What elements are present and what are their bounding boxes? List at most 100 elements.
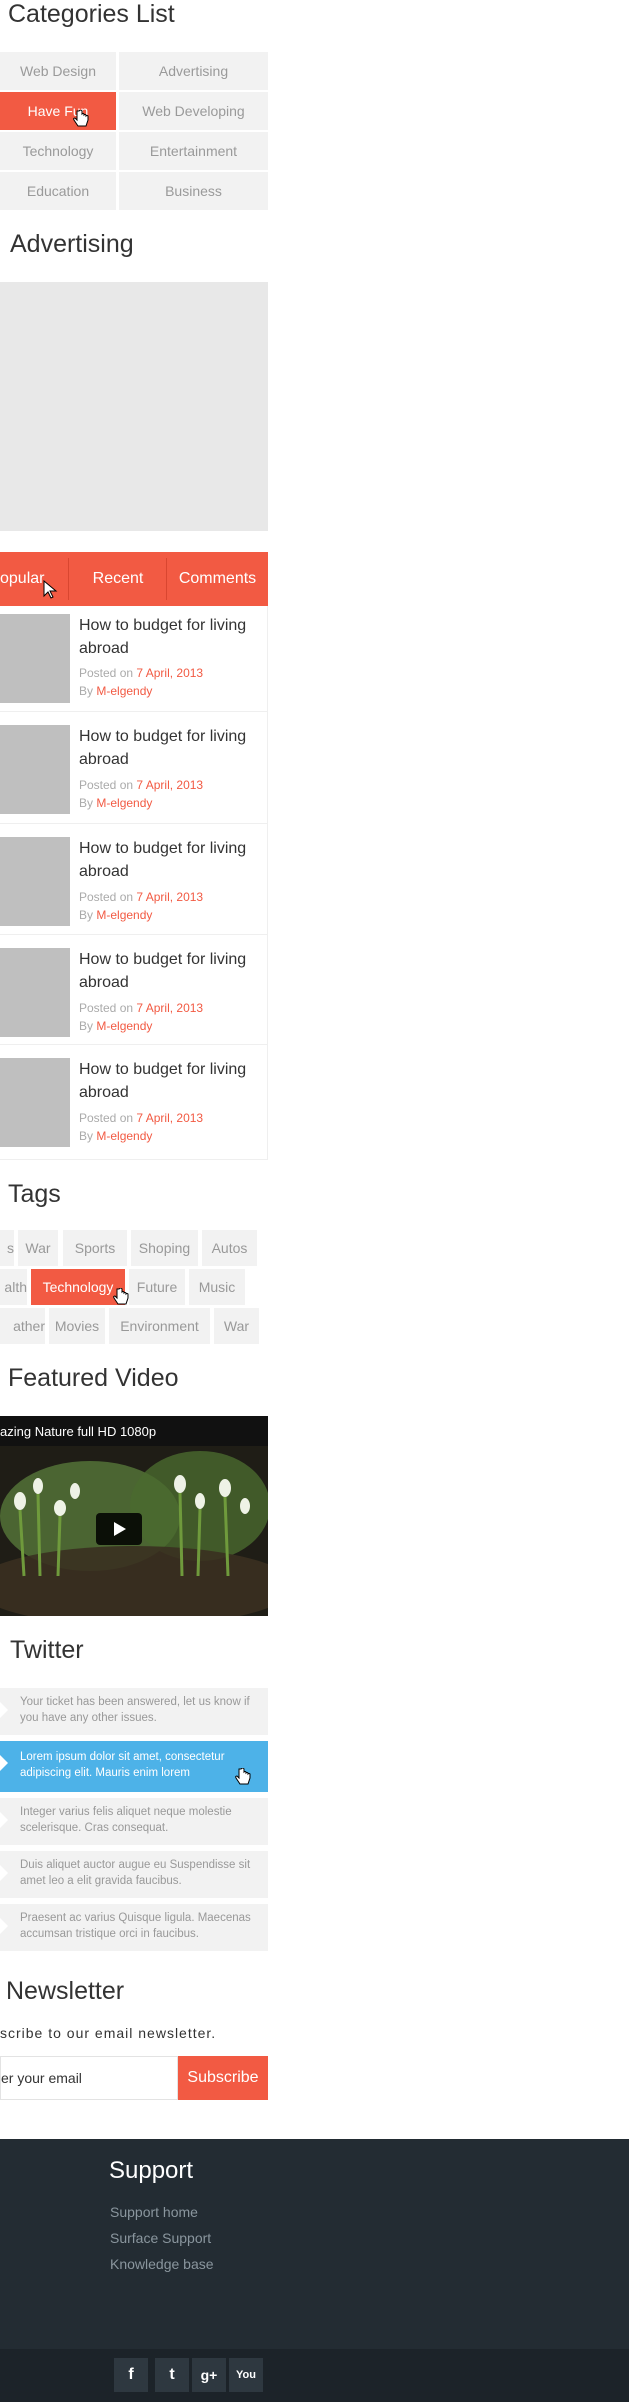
google-plus-icon[interactable]: g+: [192, 2358, 226, 2392]
footer-link-surface-support[interactable]: Surface Support: [110, 2230, 211, 2246]
post-posted-label: Posted on: [79, 666, 134, 680]
category-web-developing[interactable]: Web Developing: [119, 92, 268, 130]
hand-cursor-icon: [73, 110, 89, 127]
post-date: Posted on 7 April, 2013: [79, 890, 203, 904]
category-technology[interactable]: Technology: [0, 132, 116, 170]
advertising-placeholder[interactable]: [0, 282, 268, 531]
post-author: By M-elgendy: [79, 796, 152, 810]
post-date-link[interactable]: 7 April, 2013: [136, 778, 203, 792]
post-title[interactable]: How to budget for living abroad: [79, 725, 264, 771]
post-author-link[interactable]: M-elgendy: [96, 1129, 152, 1143]
twitter-title: Twitter: [10, 1636, 84, 1664]
post-author-link[interactable]: M-elgendy: [96, 1019, 152, 1033]
post-author: By M-elgendy: [79, 1129, 152, 1143]
tag-shoping[interactable]: Shoping: [131, 1230, 198, 1266]
post-thumbnail[interactable]: [0, 725, 70, 814]
tweet-item[interactable]: Your ticket has been answered, let us kn…: [0, 1688, 268, 1735]
post-divider: [0, 823, 268, 824]
tab-divider: [68, 558, 69, 600]
post-by-label: By: [79, 1019, 94, 1033]
tweet-arrow-icon: [0, 1812, 8, 1828]
footer-bottom-bar: f t g+ You: [0, 2349, 629, 2402]
newsletter-title: Newsletter: [6, 1977, 125, 2005]
tag-music[interactable]: Music: [189, 1269, 245, 1305]
tag-item[interactable]: s: [0, 1230, 14, 1266]
tab-recent[interactable]: Recent: [70, 552, 166, 606]
tag-item[interactable]: alth: [0, 1269, 27, 1305]
play-icon[interactable]: [96, 1513, 142, 1545]
post-posted-label: Posted on: [79, 1001, 134, 1015]
tweet-text: Duis aliquet auctor augue eu Suspendisse…: [20, 1859, 251, 1887]
post-title[interactable]: How to budget for living abroad: [79, 1058, 264, 1104]
tag-war[interactable]: War: [18, 1230, 58, 1266]
category-business[interactable]: Business: [119, 172, 268, 210]
arrow-cursor-icon: [43, 580, 58, 599]
subscribe-button[interactable]: Subscribe: [178, 2056, 268, 2100]
tweet-item[interactable]: Duis aliquet auctor augue eu Suspendisse…: [0, 1851, 268, 1898]
post-title[interactable]: How to budget for living abroad: [79, 837, 264, 883]
post-author: By M-elgendy: [79, 1019, 152, 1033]
post-by-label: By: [79, 908, 94, 922]
post-divider: [0, 1044, 268, 1045]
facebook-icon[interactable]: f: [114, 2358, 148, 2392]
post-author-link[interactable]: M-elgendy: [96, 684, 152, 698]
post-date: Posted on 7 April, 2013: [79, 1111, 203, 1125]
post-date-link[interactable]: 7 April, 2013: [136, 890, 203, 904]
video-caption: azing Nature full HD 1080p: [0, 1424, 157, 1439]
tag-item[interactable]: ather: [0, 1308, 45, 1344]
advertising-title: Advertising: [10, 230, 134, 258]
tag-future[interactable]: Future: [129, 1269, 185, 1305]
post-posted-label: Posted on: [79, 778, 134, 792]
post-by-label: By: [79, 684, 94, 698]
post-date-link[interactable]: 7 April, 2013: [136, 1001, 203, 1015]
post-author: By M-elgendy: [79, 684, 152, 698]
post-thumbnail[interactable]: [0, 837, 70, 926]
tweet-item-active[interactable]: Lorem ipsum dolor sit amet, consectetur …: [0, 1741, 268, 1792]
post-thumbnail[interactable]: [0, 614, 70, 703]
newsletter-subtitle: scribe to our email newsletter.: [0, 2025, 217, 2041]
tag-technology[interactable]: Technology: [31, 1269, 125, 1305]
category-have-fun[interactable]: Have Fun: [0, 92, 116, 130]
post-date: Posted on 7 April, 2013: [79, 1001, 203, 1015]
tweet-item[interactable]: Praesent ac varius Quisque ligula. Maece…: [0, 1904, 268, 1951]
tweet-arrow-icon: [0, 1755, 8, 1771]
post-divider: [0, 934, 268, 935]
tab-comments[interactable]: Comments: [167, 552, 268, 606]
youtube-icon[interactable]: You: [229, 2358, 263, 2392]
post-author: By M-elgendy: [79, 908, 152, 922]
video-player[interactable]: azing Nature full HD 1080p: [0, 1416, 268, 1616]
tag-environment[interactable]: Environment: [109, 1308, 210, 1344]
tweet-text: Praesent ac varius Quisque ligula. Maece…: [20, 1912, 251, 1940]
tag-movies[interactable]: Movies: [49, 1308, 105, 1344]
footer-link-support-home[interactable]: Support home: [110, 2204, 198, 2220]
twitter-icon[interactable]: t: [155, 2358, 189, 2392]
post-author-link[interactable]: M-elgendy: [96, 908, 152, 922]
post-posted-label: Posted on: [79, 1111, 134, 1125]
tag-war-2[interactable]: War: [214, 1308, 259, 1344]
tag-sports[interactable]: Sports: [63, 1230, 127, 1266]
category-web-design[interactable]: Web Design: [0, 52, 116, 90]
post-thumbnail[interactable]: [0, 1058, 70, 1147]
tweet-arrow-icon: [0, 1702, 8, 1718]
footer-link-knowledge-base[interactable]: Knowledge base: [110, 2256, 214, 2272]
hand-cursor-icon: [113, 1288, 129, 1305]
post-title[interactable]: How to budget for living abroad: [79, 614, 264, 660]
tag-autos[interactable]: Autos: [202, 1230, 257, 1266]
post-title[interactable]: How to budget for living abroad: [79, 948, 264, 994]
category-education[interactable]: Education: [0, 172, 116, 210]
post-date: Posted on 7 April, 2013: [79, 666, 203, 680]
tweet-arrow-icon: [0, 1865, 8, 1881]
post-divider: [0, 711, 268, 712]
post-thumbnail[interactable]: [0, 948, 70, 1037]
category-entertainment[interactable]: Entertainment: [119, 132, 268, 170]
post-date-link[interactable]: 7 April, 2013: [136, 1111, 203, 1125]
post-posted-label: Posted on: [79, 890, 134, 904]
post-author-link[interactable]: M-elgendy: [96, 796, 152, 810]
newsletter-email-input[interactable]: er your email: [0, 2056, 178, 2100]
tweet-text: Integer varius felis aliquet neque moles…: [20, 1806, 232, 1834]
category-advertising[interactable]: Advertising: [119, 52, 268, 90]
tweet-text: Your ticket has been answered, let us kn…: [20, 1696, 250, 1724]
tweet-item[interactable]: Integer varius felis aliquet neque moles…: [0, 1798, 268, 1845]
posts-list: How to budget for living abroad Posted o…: [0, 606, 268, 1160]
post-date-link[interactable]: 7 April, 2013: [136, 666, 203, 680]
